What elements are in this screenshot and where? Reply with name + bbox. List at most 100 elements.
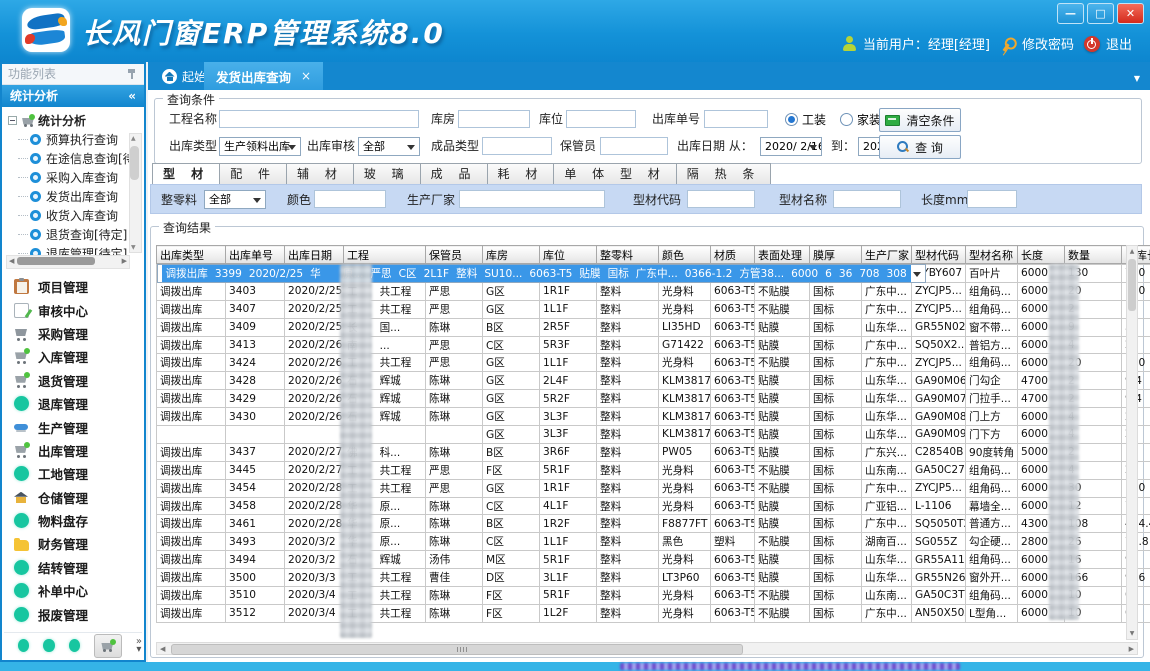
sidebar-item[interactable]: 采购管理	[2, 322, 144, 345]
sidebar-item[interactable]: 报废管理	[2, 602, 144, 625]
table-row[interactable]: 调拨出库34582020/2/28华原...陈琳C区4L1F整料光身料6063-…	[157, 497, 1150, 515]
column-header[interactable]: 数量	[1065, 246, 1122, 264]
material-tab[interactable]: 辅 材	[287, 163, 354, 185]
tree-item[interactable]: 收货入库查询	[8, 206, 144, 225]
sidebar-item[interactable]: 退库管理	[2, 392, 144, 415]
column-header[interactable]: 生产厂家	[862, 246, 912, 264]
table-row[interactable]: 调拨出库34282020/2/26石辉城陈琳G区2L4F整料KLM3817606…	[157, 372, 1150, 390]
collapse-icon[interactable]: «	[128, 85, 136, 107]
column-header[interactable]: 颜色	[659, 246, 711, 264]
material-tab[interactable]: 配 件	[220, 163, 287, 185]
table-row[interactable]: 调拨出库34372020/2/27佛科...陈琳B区3R6F整料PW056063…	[157, 443, 1150, 461]
project-name-input[interactable]	[219, 110, 419, 128]
sidebar-item[interactable]: 退货管理	[2, 369, 144, 392]
column-header[interactable]: 工程	[344, 246, 426, 264]
sidebar-item[interactable]: 项目管理	[2, 275, 144, 298]
quick-item-icon[interactable]	[69, 639, 80, 652]
maximize-button[interactable]: □	[1087, 3, 1114, 24]
tab-close-icon[interactable]: ×	[301, 69, 311, 83]
sidebar-item[interactable]: 审核中心	[2, 298, 144, 321]
color-input[interactable]	[314, 190, 386, 208]
search-button[interactable]: 查 询	[879, 135, 961, 159]
whole-select[interactable]: 全部	[204, 190, 266, 209]
close-button[interactable]: ✕	[1117, 3, 1144, 24]
table-row[interactable]: 调拨出库34612020/2/28华原...陈琳B区1R2F整料F8877FT6…	[157, 515, 1150, 533]
tree-root[interactable]: 统计分析	[8, 111, 144, 130]
quick-cart-button[interactable]	[94, 634, 122, 658]
manufacturer-input[interactable]	[459, 190, 605, 208]
tree-item[interactable]: 采购入库查询	[8, 168, 144, 187]
column-header[interactable]: 库房	[483, 246, 540, 264]
tree-item[interactable]: 预算执行查询	[8, 130, 144, 149]
radio-gongzhuang[interactable]: 工装	[785, 111, 826, 128]
table-row[interactable]: 调拨出库35122020/3/4工共工程陈琳F区1L2F整料光身料6063-T5…	[157, 604, 1150, 622]
table-row[interactable]: 调拨出库34942020/3/2石辉城汤伟M区5R1F整料光身料6063-T5贴…	[157, 551, 1150, 569]
table-row[interactable]: 调拨出库34452020/2/27工共工程严思F区5R1F整料光身料6063-T…	[157, 461, 1150, 479]
change-password-button[interactable]: 修改密码	[1000, 34, 1074, 53]
table-row[interactable]: 调拨出库35002020/3/3工共工程曹佳D区3L1F整料LT3P606063…	[157, 569, 1150, 587]
minimize-button[interactable]: —	[1057, 3, 1084, 24]
tree-item[interactable]: 退库管理[待定]	[8, 244, 144, 255]
column-header[interactable]: 型材代码	[912, 246, 966, 264]
tab-shipment-query[interactable]: 发货出库查询 ×	[204, 62, 323, 90]
date-from-select[interactable]: 2020/ 2/16	[760, 137, 822, 156]
radio-jiazhuang[interactable]: 家装	[840, 111, 881, 128]
table-row[interactable]: 调拨出库34072020/2/25工共工程严思G区1L1F整料光身料6063-T…	[157, 300, 1150, 318]
sidebar-item[interactable]: 仓储管理	[2, 486, 144, 509]
tree-item[interactable]: 发货出库查询	[8, 187, 144, 206]
table-row[interactable]: 调拨出库34092020/2/25长国...陈琳B区2R5F整料LI35HD60…	[157, 318, 1150, 336]
tree-vertical-scrollbar[interactable]: ▲▼	[129, 133, 142, 253]
column-header[interactable]: 保管员	[426, 246, 483, 264]
name-input[interactable]	[833, 190, 901, 208]
column-header[interactable]: 型材名称	[966, 246, 1018, 264]
tree-item[interactable]: 在途信息查询[待	[8, 149, 144, 168]
column-header[interactable]: 库位	[540, 246, 597, 264]
column-header[interactable]: 整零料	[597, 246, 659, 264]
length-input[interactable]	[967, 190, 1017, 208]
quick-item-icon[interactable]	[18, 639, 29, 652]
material-tab[interactable]: 型 材	[152, 163, 220, 185]
table-row[interactable]: 调拨出库34032020/2/25工共工程严思G区1R1F整料光身料6063-T…	[157, 282, 1150, 300]
tree-expander-icon[interactable]	[8, 116, 17, 125]
column-header[interactable]: 出库日期	[285, 246, 344, 264]
sidebar-item[interactable]: 入库管理	[2, 345, 144, 368]
table-row[interactable]: 调拨出库35102020/3/4工共工程陈琳F区5R1F整料光身料6063-T5…	[157, 587, 1150, 605]
material-tab[interactable]: 耗 材	[488, 163, 555, 185]
material-tab[interactable]: 隔 热 条	[677, 163, 772, 185]
material-tab[interactable]: 玻 璃	[354, 163, 421, 185]
table-row[interactable]: G区3L3F整料KLM38176063-T5贴膜国标山东华...GA90M09.…	[157, 426, 1150, 444]
warehouse-input[interactable]	[458, 110, 530, 128]
table-horizontal-scrollbar[interactable]: ◀ ▶	[156, 642, 1138, 655]
column-header[interactable]: 材质	[711, 246, 755, 264]
column-header[interactable]: 出库单号	[226, 246, 285, 264]
location-input[interactable]	[566, 110, 636, 128]
tab-overflow-icon[interactable]: ▼	[1134, 74, 1140, 83]
clear-conditions-button[interactable]: 清空条件	[879, 108, 961, 132]
sidebar-item[interactable]: 结转管理	[2, 556, 144, 579]
tree-horizontal-scrollbar[interactable]: ◀▶	[6, 255, 130, 269]
column-header[interactable]: 表面处理	[755, 246, 810, 264]
material-tab[interactable]: 单 体 型 材	[554, 163, 676, 185]
table-row[interactable]: 调拨出库33992020/2/25华原...严思C区2L1F整料SU10...6…	[157, 264, 926, 283]
column-header[interactable]: 膜厚	[810, 246, 862, 264]
sidebar-item[interactable]: 财务管理	[2, 532, 144, 555]
table-row[interactable]: 调拨出库34302020/2/26石辉城陈琳G区3L3F整料KLM3817606…	[157, 408, 1150, 426]
quick-item-icon[interactable]	[43, 639, 54, 652]
pin-icon[interactable]	[128, 69, 136, 79]
logout-button[interactable]: 退出	[1084, 34, 1132, 53]
sidebar-item[interactable]: 物料盘存	[2, 509, 144, 532]
product-type-input[interactable]	[482, 137, 552, 155]
keeper-input[interactable]	[600, 137, 668, 155]
stats-section-header[interactable]: 统计分析 «	[2, 85, 144, 107]
order-no-input[interactable]	[704, 110, 768, 128]
table-vertical-scrollbar[interactable]: ▲▼	[1126, 245, 1138, 640]
table-row[interactable]: 调拨出库34542020/2/28工共工程严思G区1R1F整料光身料6063-T…	[157, 479, 1150, 497]
out-type-select[interactable]: 生产领料出库	[219, 137, 301, 156]
table-row[interactable]: 调拨出库34932020/3/2华原...陈琳C区1L1F整料黑色塑料不贴膜国标…	[157, 533, 1150, 551]
table-row[interactable]: 调拨出库34242020/2/26工共工程严思G区1L1F整料光身料6063-T…	[157, 354, 1150, 372]
column-header[interactable]: 长度	[1018, 246, 1065, 264]
sidebar-item[interactable]: 生产管理	[2, 415, 144, 438]
code-input[interactable]	[687, 190, 755, 208]
material-tab[interactable]: 成 品	[421, 163, 488, 185]
column-header[interactable]: 出库类型	[157, 246, 226, 264]
